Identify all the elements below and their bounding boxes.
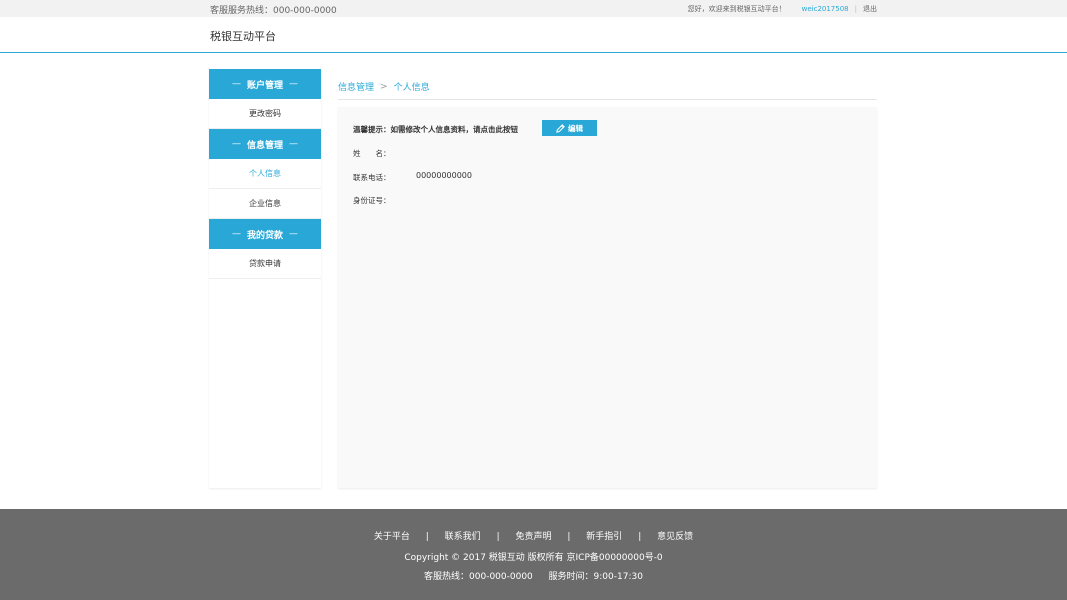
footer-link-disclaimer[interactable]: 免责声明 xyxy=(515,529,551,542)
footer-separator: | xyxy=(638,532,642,542)
footer-copyright: Copyright © 2017 税银互动 版权所有 京ICP备00000000… xyxy=(404,553,663,563)
footer-separator: | xyxy=(567,532,571,542)
phone-label: 联系电话： xyxy=(353,173,391,182)
sidebar-group-title: 我的贷款 xyxy=(246,230,283,241)
pencil-icon xyxy=(556,123,565,133)
top-bar: 客服服务热线：000-000-0000 您好，欢迎来到税银互动平台！ weic2… xyxy=(0,0,1067,17)
dash-right: — xyxy=(289,229,298,239)
sidebar-item-loan-application[interactable]: 贷款申请 xyxy=(209,249,321,279)
sidebar-item-personal-info[interactable]: 个人信息 xyxy=(209,159,321,189)
dash-right: — xyxy=(289,79,298,89)
username-link[interactable]: weic2017508 xyxy=(802,5,849,13)
top-separator: | xyxy=(854,5,857,13)
sidebar-group-title: 账户管理 xyxy=(246,80,283,91)
footer-separator: | xyxy=(496,532,500,542)
site-logo[interactable]: 税银互动平台 xyxy=(210,28,276,44)
dash-right: — xyxy=(289,139,298,149)
phone-value: 00000000000 xyxy=(416,171,472,180)
dash-left: — xyxy=(231,139,241,149)
footer-link-about[interactable]: 关于平台 xyxy=(374,529,410,542)
footer-separator: | xyxy=(425,532,429,542)
breadcrumb-parent[interactable]: 信息管理 xyxy=(338,80,374,93)
sidebar-group-account: — 账户管理 — xyxy=(209,69,321,99)
id-number-label: 身份证号： xyxy=(353,196,391,205)
sidebar: — 账户管理 — 更改密码 — 信息管理 — 个人信息 企业信息 — 我的贷款 … xyxy=(209,69,321,488)
sidebar-item-company-info[interactable]: 企业信息 xyxy=(209,189,321,219)
footer-link-guide[interactable]: 新手指引 xyxy=(586,529,622,542)
edit-button-label: 编辑 xyxy=(568,123,583,133)
footer-links: 关于平台 | 联系我们 | 免责声明 | 新手指引 | 意见反馈 xyxy=(0,529,1067,542)
edit-tip: 温馨提示：如需修改个人信息资料，请点击此按钮 xyxy=(353,125,518,134)
breadcrumb-divider xyxy=(338,99,877,100)
dash-left: — xyxy=(231,229,241,239)
breadcrumb: 信息管理 > 个人信息 xyxy=(338,80,430,94)
header: 税银互动平台 xyxy=(0,17,1067,53)
sidebar-item-change-password[interactable]: 更改密码 xyxy=(209,99,321,129)
info-panel: 温馨提示：如需修改个人信息资料，请点击此按钮 编辑 姓 名： 联系电话： 000… xyxy=(338,107,877,488)
dash-left: — xyxy=(231,79,241,89)
logout-link[interactable]: 退出 xyxy=(863,4,877,14)
breadcrumb-current: 个人信息 xyxy=(393,83,430,93)
main-content: 信息管理 > 个人信息 温馨提示：如需修改个人信息资料，请点击此按钮 编辑 姓 … xyxy=(338,69,877,488)
footer: 关于平台 | 联系我们 | 免责声明 | 新手指引 | 意见反馈 Copyrig… xyxy=(0,509,1067,600)
sidebar-group-title: 信息管理 xyxy=(246,140,283,151)
top-hotline: 客服服务热线：000-000-0000 xyxy=(210,6,337,16)
breadcrumb-chevron-icon: > xyxy=(380,81,388,92)
edit-button[interactable]: 编辑 xyxy=(542,120,597,136)
footer-link-contact[interactable]: 联系我们 xyxy=(445,529,481,542)
sidebar-group-info: — 信息管理 — xyxy=(209,129,321,159)
footer-link-feedback[interactable]: 意见反馈 xyxy=(657,529,693,542)
name-label: 姓 名： xyxy=(353,149,391,158)
top-user-area: 您好，欢迎来到税银互动平台！ weic2017508 | 退出 xyxy=(688,4,877,14)
footer-hotline: 客服热线：000-000-0000 xyxy=(424,572,533,582)
sidebar-group-loans: — 我的贷款 — xyxy=(209,219,321,249)
footer-service-time: 服务时间：9:00-17:30 xyxy=(548,572,643,582)
footer-service: 客服热线：000-000-0000 服务时间：9:00-17:30 xyxy=(0,569,1067,582)
welcome-text: 您好，欢迎来到税银互动平台！ xyxy=(687,5,786,13)
